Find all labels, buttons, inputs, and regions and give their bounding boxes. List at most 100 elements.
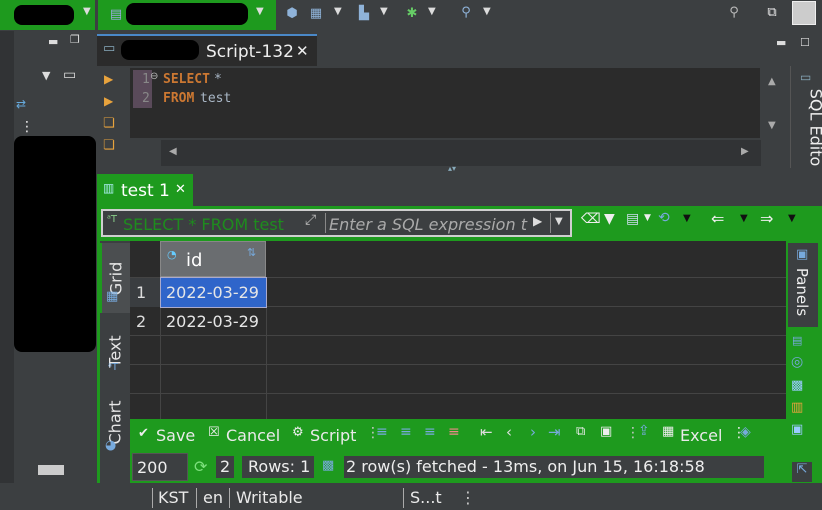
forward-icon[interactable]: ⇒ [760, 209, 773, 228]
references-icon[interactable]: ▣ [791, 422, 803, 437]
row-number[interactable]: 1 [130, 278, 160, 307]
status-message-text: 2 row(s) fetched - 13ms, on Jun 15, 16:1… [346, 457, 705, 476]
database-icon[interactable]: ▤ [108, 6, 124, 22]
panels-icon[interactable]: ⧉ [576, 424, 585, 439]
close-icon[interactable]: ✕ [296, 42, 309, 60]
chevron-down-icon[interactable]: ▼ [555, 216, 563, 227]
expand-icon[interactable]: ⤢ [305, 212, 316, 228]
execute-icon[interactable]: ▶ [104, 72, 113, 86]
bug-icon[interactable]: ✱ [404, 5, 420, 21]
excel-button[interactable]: Excel [680, 426, 722, 445]
table-cell[interactable]: 2022-03-29 [161, 307, 266, 336]
export-icon[interactable]: ⇪ [638, 423, 650, 439]
minimize-icon[interactable]: ▬ [48, 35, 58, 48]
results-grid[interactable]: ◔ id ⇅ 1 2022-03-29 2 2022-03-29 [130, 241, 786, 419]
delete-row-icon[interactable]: ≡ [448, 424, 460, 440]
eraser-icon[interactable]: ⌫ [581, 211, 601, 227]
tab-panels[interactable]: ▣ Panels [788, 243, 818, 327]
tab-results[interactable]: ▥ test 1 ✕ [97, 174, 193, 206]
table-cell[interactable]: 2022-03-29 [160, 277, 267, 308]
execute-new-tab-icon[interactable]: ▶ [104, 94, 113, 108]
next-page-icon[interactable]: › [530, 423, 536, 441]
chevron-down-icon[interactable]: ▼ [788, 213, 796, 224]
new-sql-icon[interactable]: ▦ [308, 5, 324, 21]
row-number[interactable]: 2 [130, 307, 160, 336]
search-icon[interactable]: ⚲ [458, 4, 474, 20]
prev-page-icon[interactable]: ‹ [506, 423, 512, 441]
chevron-down-icon[interactable]: ▼ [428, 6, 436, 17]
panels-icon: ▣ [796, 247, 809, 262]
link-icon[interactable]: ⇄ [16, 97, 26, 111]
aggregate-icon[interactable]: ▥ [791, 400, 803, 415]
tab-text[interactable]: Text [100, 319, 130, 383]
layout-icon[interactable]: ▣ [600, 424, 612, 439]
tab-sql-editor[interactable]: ▭ SQL Edito [790, 66, 822, 168]
navigator-panel: ▬ ❐ ▼ ▭ ⇄ ⋮ [0, 31, 97, 483]
horizontal-scrollbar[interactable]: ◀ ▶ [161, 140, 761, 166]
filter-input[interactable]: ᵃT SELECT * FROM test ⤢ Enter a SQL expr… [101, 209, 572, 237]
add-row-icon[interactable]: ≡ [400, 424, 412, 440]
commit-icon[interactable]: ▙ [356, 5, 372, 21]
first-page-icon[interactable]: ⇤ [480, 423, 493, 441]
filter-config-icon[interactable]: ▤ [626, 211, 639, 227]
rows-label-text: Rows: 1 [248, 457, 311, 476]
chevron-down-icon[interactable]: ▼ [380, 6, 388, 17]
tab-script[interactable]: ▭ Script-132 ✕ [97, 34, 317, 66]
splitter-handle[interactable]: ▴▾ [448, 164, 456, 173]
chevron-down-icon[interactable]: ▼ [83, 6, 91, 17]
sql-text: * [214, 72, 222, 87]
edit-row-icon[interactable]: ≡ [376, 424, 388, 440]
connect-icon[interactable]: ⬢ [284, 5, 300, 21]
more-icon[interactable]: ⋮ [460, 488, 476, 507]
sort-icon[interactable]: ⇅ [247, 246, 256, 259]
cancel-button[interactable]: Cancel [226, 426, 280, 445]
restore-icon[interactable]: ❐ [70, 33, 80, 46]
sql-editor[interactable]: 1 ⊖ SELECT * 2 FROM test [130, 68, 760, 138]
filter-icon[interactable]: ▼ [604, 211, 615, 227]
minimize-icon[interactable]: ▬ [776, 36, 786, 49]
save-button[interactable]: Save [156, 426, 195, 445]
script-button[interactable]: Script [310, 426, 356, 445]
chevron-down-icon[interactable]: ▼ [334, 6, 342, 17]
results-toolbar: ✔ Save ☒ Cancel ⚙ Script ⋮ ≡ ≡ ≡ ≡ ⇤ ‹ ›… [138, 423, 751, 445]
avatar[interactable] [792, 1, 816, 25]
execute-script-icon[interactable]: ❏ [103, 116, 115, 131]
edit-mode: Writable [236, 488, 303, 507]
fetch-size-input[interactable]: 200 [132, 453, 188, 481]
maximize-icon[interactable]: ☐ [800, 36, 810, 49]
value-viewer-icon[interactable]: ◎ [791, 354, 803, 370]
folder-icon[interactable]: ▭ [63, 67, 76, 83]
search-icon[interactable]: ⚲ [726, 4, 742, 20]
column-type-icon: ◔ [167, 248, 177, 261]
vertical-scrollbar[interactable]: ▲ ▼ [760, 68, 788, 140]
chevron-down-icon[interactable]: ▼ [483, 6, 491, 17]
status-message: 2 row(s) fetched - 13ms, on Jun 15, 16:1… [344, 456, 764, 478]
perspective-icon[interactable]: ⧉ [764, 4, 780, 20]
line-number: 2 [142, 91, 150, 106]
chevron-down-icon[interactable]: ▼ [644, 213, 651, 223]
refresh-icon[interactable]: ⟲ [658, 210, 670, 226]
refresh-count[interactable]: 2 [216, 456, 234, 478]
settings-icon[interactable]: ◈ [740, 424, 751, 440]
apply-filter-icon[interactable]: ▶ [533, 214, 542, 228]
tab-title: test 1 [121, 181, 170, 201]
chevron-down-icon[interactable]: ▼ [256, 6, 264, 17]
chart-icon: ◕ [105, 438, 117, 453]
maximize-panel-icon[interactable]: ⇱ [792, 462, 812, 482]
chevron-down-icon[interactable]: ▼ [740, 213, 748, 224]
close-icon[interactable]: ✕ [175, 182, 186, 197]
group-icon[interactable]: ▤ [792, 334, 802, 347]
fold-icon[interactable]: ⊖ [150, 71, 158, 82]
statusbar: KST en Writable S...t ⋮ [0, 485, 822, 510]
refresh-icon[interactable]: ⟳ [194, 457, 207, 476]
column-header-id[interactable]: ◔ id ⇅ [160, 241, 266, 277]
metadata-icon[interactable]: ▩ [791, 378, 803, 393]
explain-icon[interactable]: ❏ [103, 138, 115, 153]
last-page-icon[interactable]: ⇥ [548, 423, 561, 441]
more-icon[interactable]: ⋮ [20, 119, 34, 135]
chevron-down-icon[interactable]: ▼ [42, 69, 50, 82]
back-icon[interactable]: ⇐ [711, 209, 724, 228]
copy-row-icon[interactable]: ≡ [424, 424, 436, 440]
sql-editor-label: SQL Edito [806, 88, 822, 167]
chevron-down-icon[interactable]: ▼ [683, 213, 691, 224]
